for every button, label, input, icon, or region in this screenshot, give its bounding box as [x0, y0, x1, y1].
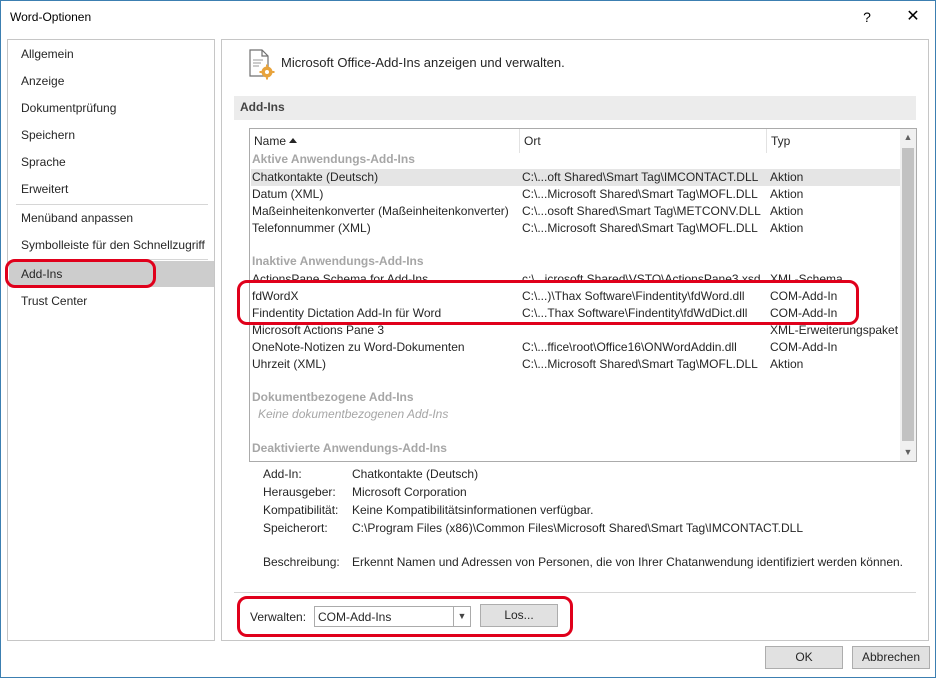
cell-type: XML-Schema: [770, 272, 843, 286]
sidebar-item-speichern[interactable]: Speichern: [9, 122, 214, 148]
cell-name: fdWordX: [252, 289, 299, 303]
help-button[interactable]: ?: [852, 5, 882, 29]
cell-type: Aktion: [770, 170, 804, 184]
group-active: Aktive Anwendungs-Add-Ins: [252, 152, 415, 166]
column-name-label: Name: [254, 134, 287, 148]
cell-name: ActionsPane Schema for Add-Ins: [252, 272, 429, 286]
sidebar-item-erweitert[interactable]: Erweitert: [9, 176, 214, 202]
cell-name: Maßeinheitenkonverter (Maßeinheitenkonve…: [252, 204, 509, 218]
panel-header: Microsoft Office-Add-Ins anzeigen und ve…: [281, 55, 565, 70]
cell-type: COM-Add-In: [770, 306, 838, 320]
cell-type: XML-Erweiterungspaket: [770, 323, 899, 337]
table-row[interactable]: Telefonnummer (XML) C:\...Microsoft Shar…: [250, 220, 900, 237]
column-header-location[interactable]: Ort: [520, 129, 766, 153]
scroll-thumb[interactable]: [902, 148, 914, 441]
sidebar-divider: [16, 259, 208, 260]
table-row[interactable]: fdWordX C:\...)\Thax Software\Findentity…: [250, 288, 900, 305]
addin-settings-icon: [249, 49, 275, 80]
group-inactive: Inaktive Anwendungs-Add-Ins: [252, 254, 424, 268]
cell-location: C:\...ffice\root\Office16\ONWordAddin.dl…: [522, 340, 737, 354]
cell-location: C:\...oft Shared\Smart Tag\IMCONTACT.DLL: [522, 170, 759, 184]
table-row[interactable]: Microsoft Actions Pane 3 XML-Erweiterung…: [250, 322, 900, 339]
detail-desc-value: Erkennt Namen und Adressen von Personen,…: [352, 555, 904, 569]
detail-addin-value: Chatkontakte (Deutsch): [352, 467, 479, 481]
sidebar-item-allgemein[interactable]: Allgemein: [9, 41, 214, 67]
close-button[interactable]: ✕: [898, 5, 928, 29]
detail-compat-value: Keine Kompatibilitätsinformationen verfü…: [352, 503, 594, 517]
manage-dropdown-value: COM-Add-Ins: [318, 610, 392, 624]
cell-name: Chatkontakte (Deutsch): [252, 170, 379, 184]
group-document: Dokumentbezogene Add-Ins: [252, 390, 414, 404]
empty-message: Keine dokumentbezogenen Add-Ins: [258, 407, 449, 421]
section-bar: Add-Ins: [234, 96, 916, 120]
group-disabled: Deaktivierte Anwendungs-Add-Ins: [252, 441, 447, 455]
cell-location: C:\...osoft Shared\Smart Tag\METCONV.DLL: [522, 204, 761, 218]
table-row[interactable]: OneNote-Notizen zu Word-Dokumenten C:\..…: [250, 339, 900, 356]
cell-name: Microsoft Actions Pane 3: [252, 323, 385, 337]
scroll-down-icon[interactable]: ▼: [900, 444, 916, 461]
sidebar-item-dokumentpruefung[interactable]: Dokumentprüfung: [9, 95, 214, 121]
sidebar-item-sprache[interactable]: Sprache: [9, 149, 214, 175]
detail-publisher-value: Microsoft Corporation: [352, 485, 467, 499]
addins-list[interactable]: Name Ort Typ Aktive Anwendungs-Add-Ins C…: [249, 128, 917, 462]
options-sidebar: Allgemein Anzeige Dokumentprüfung Speich…: [7, 39, 215, 641]
cell-location: C:\...Microsoft Shared\Smart Tag\MOFL.DL…: [522, 357, 758, 371]
sort-ascending-icon: [289, 138, 298, 143]
table-row[interactable]: Uhrzeit (XML) C:\...Microsoft Shared\Sma…: [250, 356, 900, 373]
word-options-dialog: Word-Optionen ? ✕ Allgemein Anzeige Doku…: [0, 0, 936, 678]
cell-type: COM-Add-In: [770, 340, 838, 354]
detail-location-label: Speicherort:: [263, 521, 328, 535]
sidebar-item-addins[interactable]: Add-Ins: [9, 261, 214, 287]
cancel-button[interactable]: Abbrechen: [852, 646, 930, 669]
manage-dropdown[interactable]: COM-Add-Ins ▼: [314, 606, 471, 627]
column-header-type[interactable]: Typ: [767, 129, 900, 153]
go-button[interactable]: Los...: [480, 604, 558, 627]
sidebar-item-menueband[interactable]: Menüband anpassen: [9, 205, 214, 231]
sidebar-item-anzeige[interactable]: Anzeige: [9, 68, 214, 94]
list-scrollbar[interactable]: ▲ ▼: [900, 129, 916, 461]
cell-type: Aktion: [770, 204, 804, 218]
cell-type: Aktion: [770, 187, 804, 201]
title-bar: Word-Optionen ? ✕: [1, 1, 935, 32]
cell-location: C:\...Microsoft Shared\Smart Tag\MOFL.DL…: [522, 221, 758, 235]
cell-name: OneNote-Notizen zu Word-Dokumenten: [252, 340, 465, 354]
cell-location: C:\...)\Thax Software\Findentity\fdWord.…: [522, 289, 745, 303]
cell-type: COM-Add-In: [770, 289, 838, 303]
cell-location: c:\...icrosoft Shared\VSTO\ActionsPane3.…: [522, 272, 761, 286]
cell-location: C:\...Thax Software\Findentity\fdWdDict.…: [522, 306, 748, 320]
cell-type: Aktion: [770, 357, 804, 371]
table-row[interactable]: ActionsPane Schema for Add-Ins c:\...icr…: [250, 271, 900, 288]
detail-location-value: C:\Program Files (x86)\Common Files\Micr…: [352, 521, 804, 535]
cell-name: Findentity Dictation Add-In für Word: [252, 306, 442, 320]
addins-panel: Microsoft Office-Add-Ins anzeigen und ve…: [221, 39, 929, 641]
section-title: Add-Ins: [240, 100, 285, 114]
detail-desc-label: Beschreibung:: [263, 555, 340, 569]
sidebar-item-schnellzugriff[interactable]: Symbolleiste für den Schnellzugriff: [9, 232, 214, 258]
chevron-down-icon[interactable]: ▼: [453, 607, 470, 626]
divider: [234, 592, 916, 593]
window-title: Word-Optionen: [10, 10, 92, 24]
column-header-name[interactable]: Name: [250, 129, 519, 153]
detail-addin-label: Add-In:: [263, 467, 302, 481]
cell-location: C:\...Microsoft Shared\Smart Tag\MOFL.DL…: [522, 187, 758, 201]
manage-label: Verwalten:: [250, 610, 307, 624]
table-row[interactable]: Datum (XML) C:\...Microsoft Shared\Smart…: [250, 186, 900, 203]
detail-publisher-label: Herausgeber:: [263, 485, 336, 499]
cell-name: Telefonnummer (XML): [252, 221, 371, 235]
cell-name: Datum (XML): [252, 187, 324, 201]
cell-type: Aktion: [770, 221, 804, 235]
sidebar-item-trust-center[interactable]: Trust Center: [9, 288, 214, 314]
cell-name: Uhrzeit (XML): [252, 357, 327, 371]
table-row[interactable]: Findentity Dictation Add-In für Word C:\…: [250, 305, 900, 322]
ok-button[interactable]: OK: [765, 646, 843, 669]
table-row[interactable]: Maßeinheitenkonverter (Maßeinheitenkonve…: [250, 203, 900, 220]
scroll-up-icon[interactable]: ▲: [900, 129, 916, 146]
detail-compat-label: Kompatibilität:: [263, 503, 339, 517]
table-row[interactable]: Chatkontakte (Deutsch) C:\...oft Shared\…: [251, 169, 901, 186]
